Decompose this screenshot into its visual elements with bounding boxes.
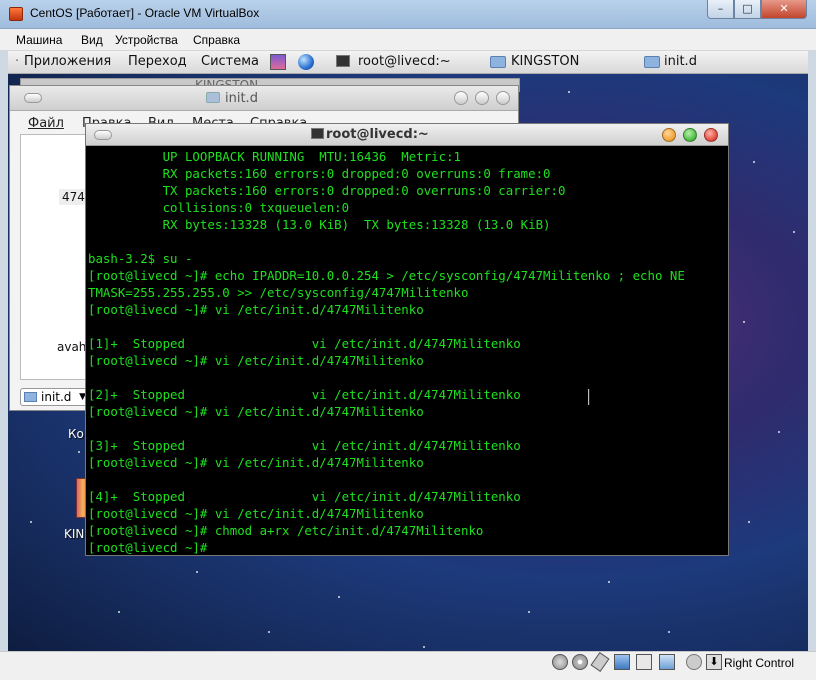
display-icon[interactable] bbox=[659, 654, 675, 670]
terminal-titlebar[interactable]: root@livecd:~ bbox=[86, 124, 728, 146]
terminal-line: [4]+ Stopped vi /etc/init.d/4747Militenk… bbox=[88, 489, 521, 504]
panel-handle: · bbox=[15, 54, 20, 69]
panel-menu-places[interactable]: Переход bbox=[128, 54, 187, 69]
guest-display[interactable]: · Приложения Переход Система root@livecd… bbox=[8, 51, 808, 651]
fm-location-label: init.d bbox=[41, 390, 72, 404]
fm-location-dropdown[interactable]: init.d ▼ bbox=[20, 388, 90, 406]
folder-icon bbox=[24, 392, 37, 402]
star bbox=[608, 581, 610, 583]
terminal-line: bash-3.2$ su - bbox=[88, 251, 193, 266]
host-menu-devices[interactable]: Устройства bbox=[115, 33, 178, 47]
terminal-line: [root@livecd ~]# bbox=[88, 540, 208, 555]
star bbox=[196, 571, 198, 573]
host-menu-view[interactable]: Вид bbox=[81, 33, 103, 47]
fm-maximize-button[interactable] bbox=[475, 91, 489, 105]
hard-disk-icon[interactable] bbox=[552, 654, 568, 670]
host-titlebar: CentOS [Работает] - Oracle VM VirtualBox… bbox=[0, 0, 816, 29]
terminal-title: root@livecd:~ bbox=[326, 127, 429, 142]
host-key-label: Right Control bbox=[724, 656, 795, 670]
star bbox=[118, 611, 120, 613]
star bbox=[30, 521, 32, 523]
terminal-line: [root@livecd ~]# vi /etc/init.d/4747Mili… bbox=[88, 404, 424, 419]
star bbox=[78, 451, 80, 453]
star bbox=[793, 231, 795, 233]
star bbox=[743, 321, 745, 323]
host-minimize-button[interactable]: – bbox=[707, 0, 734, 19]
web-browser-launcher-icon[interactable] bbox=[298, 54, 314, 70]
terminal-window-menu-button[interactable] bbox=[94, 130, 112, 140]
host-menu-machine[interactable]: Машина bbox=[16, 33, 62, 47]
desktop-icon-label-computer[interactable]: Ко bbox=[68, 427, 84, 441]
terminal-line: RX packets:160 errors:0 dropped:0 overru… bbox=[88, 166, 551, 181]
task-button-initd[interactable]: init.d bbox=[664, 54, 697, 69]
terminal-line: TX packets:160 errors:0 dropped:0 overru… bbox=[88, 183, 566, 198]
fm-window-menu-button[interactable] bbox=[24, 93, 42, 103]
host-key-arrow-icon: ⬇ bbox=[706, 654, 722, 670]
desktop-icon-label-kingston[interactable]: KIN bbox=[64, 527, 84, 541]
host-menubar: Машина Вид Устройства Справка bbox=[0, 29, 816, 51]
terminal-close-button[interactable] bbox=[704, 128, 718, 142]
terminal-line: UP LOOPBACK RUNNING MTU:16436 Metric:1 bbox=[88, 149, 461, 164]
terminal-line: [root@livecd ~]# vi /etc/init.d/4747Mili… bbox=[88, 506, 424, 521]
task-button-kingston[interactable]: KINGSTON bbox=[511, 54, 579, 69]
network-icon[interactable] bbox=[614, 654, 630, 670]
panel-menu-applications[interactable]: Приложения bbox=[24, 54, 111, 69]
terminal-line: [root@livecd ~]# vi /etc/init.d/4747Mili… bbox=[88, 353, 424, 368]
host-menu-help[interactable]: Справка bbox=[193, 33, 240, 47]
terminal-icon bbox=[311, 128, 324, 139]
terminal-task-icon bbox=[336, 55, 350, 67]
star bbox=[338, 596, 340, 598]
fm-menu-file[interactable]: Файл bbox=[28, 116, 64, 131]
terminal-screen[interactable]: UP LOOPBACK RUNNING MTU:16436 Metric:1 R… bbox=[88, 148, 728, 555]
terminal-line: [root@livecd ~]# vi /etc/init.d/4747Mili… bbox=[88, 455, 424, 470]
terminal-minimize-button[interactable] bbox=[662, 128, 676, 142]
terminal-line: [1]+ Stopped vi /etc/init.d/4747Militenk… bbox=[88, 336, 521, 351]
terminal-line: collisions:0 txqueuelen:0 bbox=[88, 200, 350, 215]
terminal-line: [root@livecd ~]# vi /etc/init.d/4747Mili… bbox=[88, 302, 424, 317]
fm-close-button[interactable] bbox=[496, 91, 510, 105]
terminal-window[interactable]: root@livecd:~ UP LOOPBACK RUNNING MTU:16… bbox=[85, 123, 729, 556]
virtualbox-app-icon bbox=[9, 7, 23, 21]
terminal-line: [2]+ Stopped vi /etc/init.d/4747Militenk… bbox=[88, 387, 521, 402]
star bbox=[668, 631, 670, 633]
folder-icon bbox=[206, 92, 220, 103]
star bbox=[423, 646, 425, 648]
folder-icon bbox=[490, 56, 506, 68]
optical-drive-icon[interactable] bbox=[572, 654, 588, 670]
fm-titlebar[interactable]: init.d bbox=[10, 86, 518, 111]
terminal-line: TMASK=255.255.255.0 >> /etc/sysconfig/47… bbox=[88, 285, 469, 300]
host-close-button[interactable]: ✕ bbox=[761, 0, 807, 19]
mouse-integration-icon[interactable] bbox=[686, 654, 702, 670]
terminal-maximize-button[interactable] bbox=[683, 128, 697, 142]
terminal-line: RX bytes:13328 (13.0 KiB) TX bytes:13328… bbox=[88, 217, 551, 232]
file-label[interactable]: avah bbox=[57, 340, 86, 354]
star bbox=[568, 91, 570, 93]
screenshot-launcher-icon[interactable] bbox=[270, 54, 286, 70]
folder-icon bbox=[644, 56, 660, 68]
star bbox=[778, 431, 780, 433]
shared-folders-icon[interactable] bbox=[636, 654, 652, 670]
terminal-line: [3]+ Stopped vi /etc/init.d/4747Militenk… bbox=[88, 438, 521, 453]
terminal-line: [root@livecd ~]# echo IPADDR=10.0.0.254 … bbox=[88, 268, 685, 283]
host-maximize-button[interactable]: □ bbox=[734, 0, 761, 19]
host-window-title: CentOS [Работает] - Oracle VM VirtualBox bbox=[30, 6, 260, 20]
panel-menu-system[interactable]: Система bbox=[201, 54, 259, 69]
fm-minimize-button[interactable] bbox=[454, 91, 468, 105]
terminal-line: [root@livecd ~]# chmod a+rx /etc/init.d/… bbox=[88, 523, 484, 538]
star bbox=[748, 521, 750, 523]
star bbox=[528, 611, 530, 613]
task-button-terminal[interactable]: root@livecd:~ bbox=[358, 54, 451, 69]
fm-window-title: init.d bbox=[225, 91, 258, 106]
star bbox=[268, 631, 270, 633]
text-cursor-icon bbox=[588, 389, 590, 405]
star bbox=[753, 161, 755, 163]
gnome-top-panel: · Приложения Переход Система root@livecd… bbox=[8, 51, 808, 74]
